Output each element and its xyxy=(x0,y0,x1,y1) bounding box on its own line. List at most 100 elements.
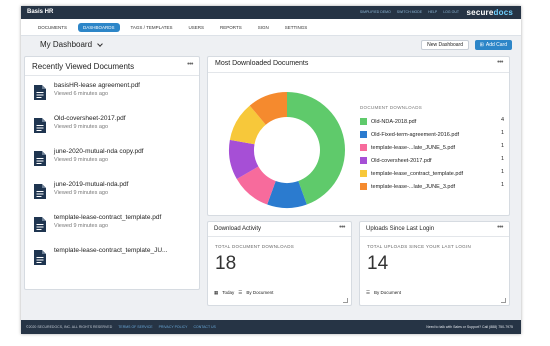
downloads-legend: DOCUMENT DOWNLOADS Old-NDA-2018.pdf 4 Old-… xyxy=(360,105,504,193)
document-icon xyxy=(34,151,46,166)
main-nav: DOCUMENTS DASHBOARDS TAGS / TEMPLATES US… xyxy=(21,19,521,36)
divider xyxy=(360,236,509,237)
viewed-time: Viewed 9 minutes ago xyxy=(54,157,109,163)
nav-reports[interactable]: REPORTS xyxy=(215,23,247,32)
recent-document-item[interactable]: template-lease-contract_template.pdf View… xyxy=(25,208,199,241)
top-link-demo[interactable]: SIMPLIFIED DEMO xyxy=(360,10,391,14)
legend-item[interactable]: Old-coversheet-2017.pdf 1 xyxy=(360,154,504,167)
filter-today[interactable]: Today xyxy=(222,290,234,296)
dashboard-selector[interactable]: My Dashboard xyxy=(40,40,103,49)
footer: ©2020 SECUREDOCS, INC. ALL RIGHTS RESERV… xyxy=(21,320,521,334)
document-icon xyxy=(34,217,46,232)
legend-label: Old-coversheet-2017.pdf xyxy=(371,157,432,164)
uploads-card: Uploads Since Last Login ••• TOTAL UPLOA… xyxy=(359,221,510,306)
recent-document-item[interactable]: Old-coversheet-2017.pdf Viewed 9 minutes … xyxy=(25,109,199,142)
recent-document-item[interactable]: basisHR-lease agreement.pdf Viewed 6 minu… xyxy=(25,76,199,109)
nav-sign[interactable]: SIGN xyxy=(253,23,274,32)
brand-logo: securedocs xyxy=(466,8,513,17)
copyright: ©2020 SECUREDOCS, INC. ALL RIGHTS RESERV… xyxy=(26,325,113,329)
dashboard-header: My Dashboard New Dashboard ⊞ Add Card xyxy=(21,36,521,54)
more-options-icon[interactable]: ••• xyxy=(497,59,503,66)
legend-swatch xyxy=(360,183,367,190)
add-card-button[interactable]: ⊞ Add Card xyxy=(474,40,512,50)
recent-documents-list[interactable]: basisHR-lease agreement.pdf Viewed 6 minu… xyxy=(25,76,199,289)
legend-item[interactable]: Old-NDA-2018.pdf 4 xyxy=(360,115,504,128)
legend-count: 1 xyxy=(500,156,504,162)
legend-count: 1 xyxy=(500,143,504,149)
legend-swatch xyxy=(360,157,367,164)
legend-swatch xyxy=(360,131,367,138)
filter-by-document[interactable]: By Document xyxy=(374,290,401,296)
nav-settings[interactable]: SETTINGS xyxy=(280,23,313,32)
footer-link-privacy[interactable]: PRIVACY POLICY xyxy=(159,325,188,329)
nav-users[interactable]: USERS xyxy=(184,23,210,32)
document-icon xyxy=(34,250,46,265)
app-window: Basis HR SIMPLIFIED DEMO SWITCH MODE HEL… xyxy=(21,6,521,334)
support-contact: Need to talk with Sales or Support? Call… xyxy=(426,325,513,329)
legend-swatch xyxy=(360,170,367,177)
recent-documents-card: Recently Viewed Documents ••• basisHR-le… xyxy=(24,56,200,290)
card-title: Most Downloaded Documents xyxy=(215,60,309,67)
document-name: june-2020-mutual-nda copy.pdf xyxy=(54,148,144,155)
top-link-logout[interactable]: LOG OUT xyxy=(443,10,459,14)
metric-value: 14 xyxy=(367,253,389,274)
legend-count: 1 xyxy=(500,169,504,175)
document-name: Old-coversheet-2017.pdf xyxy=(54,115,126,122)
legend-item[interactable]: template-lease-...late_JUNE_3.pdf 1 xyxy=(360,180,504,193)
card-title: Download Activity xyxy=(214,226,262,232)
list-icon: ☰ xyxy=(366,290,371,295)
recent-document-item[interactable]: june-2020-mutual-nda copy.pdf Viewed 9 mi… xyxy=(25,142,199,175)
footer-link-terms[interactable]: TERMS OF SERVICE xyxy=(118,325,152,329)
top-links: SIMPLIFIED DEMO SWITCH MODE HELP LOG OUT xyxy=(360,10,459,14)
viewed-time: Viewed 9 minutes ago xyxy=(54,223,109,229)
filter-by-document[interactable]: By Document xyxy=(246,290,273,296)
most-downloaded-card: Most Downloaded Documents ••• DOCUMENT D… xyxy=(207,56,510,216)
chevron-down-icon xyxy=(97,40,103,47)
recent-document-item[interactable]: template-lease-contract_template_JU... xyxy=(25,241,199,274)
legend-count: 1 xyxy=(500,182,504,188)
legend-label: template-lease-...late_JUNE_3.pdf xyxy=(371,183,456,190)
card-title: Recently Viewed Documents xyxy=(32,62,135,71)
more-options-icon[interactable]: ••• xyxy=(187,61,193,68)
legend-count: 1 xyxy=(500,130,504,136)
document-name: basisHR-lease agreement.pdf xyxy=(54,82,140,89)
legend-label: Old-NDA-2018.pdf xyxy=(371,118,417,125)
top-bar: Basis HR SIMPLIFIED DEMO SWITCH MODE HEL… xyxy=(21,6,521,19)
legend-item[interactable]: Old-Fixed-term-agreement-2016.pdf 1 xyxy=(360,128,504,141)
legend-count: 4 xyxy=(500,117,504,123)
divider xyxy=(208,72,509,73)
page-title: My Dashboard xyxy=(40,40,93,49)
resize-handle[interactable] xyxy=(343,298,348,303)
legend-label: template-lease_contract_template.pdf xyxy=(371,170,464,177)
downloads-donut-chart xyxy=(229,92,345,208)
top-link-switch[interactable]: SWITCH MODE xyxy=(397,10,422,14)
more-options-icon[interactable]: ••• xyxy=(497,224,503,231)
resize-handle[interactable] xyxy=(501,298,506,303)
viewed-time: Viewed 9 minutes ago xyxy=(54,190,109,196)
metric-label: TOTAL UPLOADS SINCE YOUR LAST LOGIN xyxy=(367,244,472,249)
legend-label: template-lease-...late_JUNE_5.pdf xyxy=(371,144,456,151)
calendar-icon: ▦ xyxy=(214,290,219,295)
document-icon xyxy=(34,118,46,133)
app-name: Basis HR xyxy=(27,9,54,15)
legend-item[interactable]: template-lease-...late_JUNE_5.pdf 1 xyxy=(360,141,504,154)
nav-documents[interactable]: DOCUMENTS xyxy=(33,23,72,32)
top-link-help[interactable]: HELP xyxy=(428,10,437,14)
new-dashboard-button[interactable]: New Dashboard xyxy=(421,40,469,50)
card-footer: ☰ By Document xyxy=(366,290,401,296)
recent-document-item[interactable]: june-2019-mutual-nda.pdf Viewed 9 minutes… xyxy=(25,175,199,208)
document-icon xyxy=(34,184,46,199)
plus-icon: ⊞ xyxy=(479,42,484,48)
card-title: Uploads Since Last Login xyxy=(366,226,435,232)
viewed-time: Viewed 6 minutes ago xyxy=(54,91,109,97)
legend-item[interactable]: template-lease_contract_template.pdf 1 xyxy=(360,167,504,180)
more-options-icon[interactable]: ••• xyxy=(339,224,345,231)
footer-link-contact[interactable]: CONTACT US xyxy=(193,325,215,329)
card-footer: ▦ Today ☰ By Document xyxy=(214,290,273,296)
legend-swatch xyxy=(360,118,367,125)
download-activity-card: Download Activity ••• TOTAL DOCUMENT DOW… xyxy=(207,221,352,306)
nav-dashboards[interactable]: DASHBOARDS xyxy=(78,23,120,32)
document-name: june-2019-mutual-nda.pdf xyxy=(54,181,129,188)
legend-swatch xyxy=(360,144,367,151)
nav-tags-templates[interactable]: TAGS / TEMPLATES xyxy=(126,23,178,32)
